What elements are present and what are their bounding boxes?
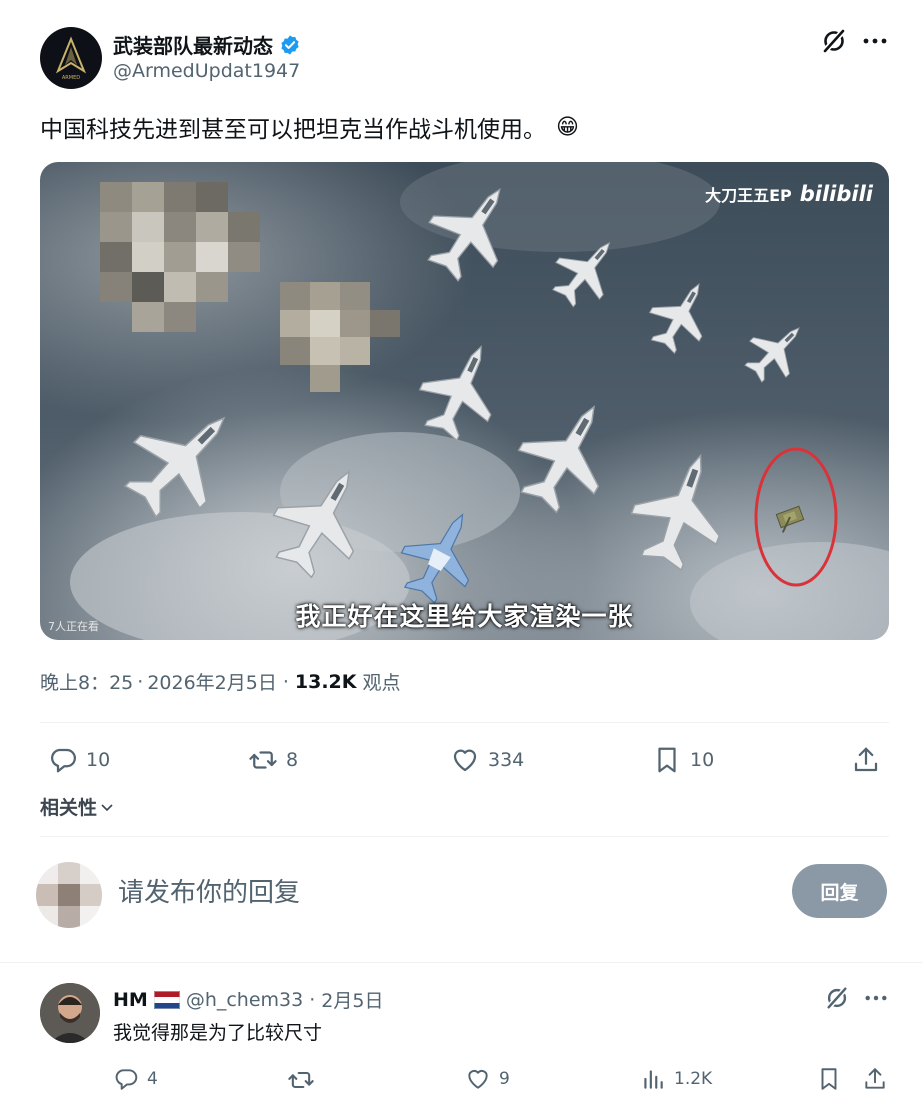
reply-more-icon[interactable]: [864, 994, 888, 1002]
reply-views-count: 1.2K: [674, 1069, 713, 1089]
share-icon[interactable]: [851, 745, 881, 775]
chevron-down-icon: [99, 799, 115, 815]
reply-like-count: 9: [499, 1069, 510, 1089]
reply-like-button[interactable]: 9: [465, 1066, 510, 1092]
verified-badge-icon: [279, 34, 301, 56]
pixelated-region: [100, 182, 260, 332]
bilibili-logo: bilibili: [799, 182, 873, 206]
post-media[interactable]: 大刀王五EP bilibili 我正好在这里给大家渲染一张 7人正在看: [40, 162, 889, 640]
grok-icon[interactable]: [820, 27, 848, 55]
like-button[interactable]: 334: [450, 745, 524, 775]
author-handle[interactable]: @ArmedUpdat1947: [113, 60, 300, 82]
reply-grok-icon[interactable]: [824, 985, 850, 1011]
reply-bookmark-icon[interactable]: [816, 1066, 842, 1092]
bookmark-icon: [652, 745, 682, 775]
svg-text:ARMED: ARMED: [62, 75, 80, 81]
netherlands-flag-icon: [153, 990, 180, 1009]
tank-illustration: [775, 505, 805, 533]
reply-date[interactable]: 2月5日: [321, 986, 383, 1013]
logo-icon: ARMED: [55, 36, 87, 81]
reply-views-button[interactable]: 1.2K: [640, 1066, 712, 1092]
grin-emoji: 😁: [556, 114, 579, 140]
video-caption: 我正好在这里给大家渲染一张: [295, 602, 634, 631]
like-icon: [450, 745, 480, 775]
pixelated-region-2: [280, 282, 400, 392]
post-date[interactable]: 2026年2月5日: [147, 668, 277, 695]
bookmark-count: 10: [690, 749, 715, 771]
reply-reply-count: 4: [147, 1069, 158, 1089]
watermark-text: 大刀王五EP: [705, 186, 792, 205]
author-avatar[interactable]: ARMED: [40, 27, 102, 89]
reply-author-handle[interactable]: @h_chem33: [186, 989, 303, 1011]
reply-repost-icon[interactable]: [287, 1066, 315, 1094]
reply-icon: [113, 1066, 139, 1092]
author-name[interactable]: 武装部队最新动态: [113, 30, 273, 59]
reply-author-name[interactable]: HM: [113, 989, 148, 1011]
reply-submit-button[interactable]: 回复: [792, 864, 887, 918]
like-icon: [465, 1066, 491, 1092]
views-label: 观点: [362, 672, 401, 694]
reply-input[interactable]: 请发布你的回复: [118, 872, 758, 912]
reply-button[interactable]: 10: [48, 745, 110, 775]
relevance-label: 相关性: [40, 797, 98, 819]
views-icon: [640, 1066, 666, 1092]
more-icon[interactable]: [862, 37, 888, 45]
post-text: 中国科技先进到甚至可以把坦克当作战斗机使用。: [40, 117, 546, 143]
reply-reply-button[interactable]: 4: [113, 1066, 158, 1092]
reply-share-icon[interactable]: [862, 1066, 888, 1092]
repost-icon: [248, 745, 278, 775]
like-count: 334: [488, 749, 525, 771]
user-avatar[interactable]: [36, 862, 102, 928]
viewers-count: 7人正在看: [48, 620, 99, 633]
post-time[interactable]: 晚上8：25: [40, 668, 133, 695]
bookmark-button[interactable]: 10: [652, 745, 714, 775]
relevance-sort[interactable]: 相关性: [40, 793, 115, 820]
reply-text: 我觉得那是为了比较尺寸: [113, 1022, 323, 1044]
views-count: 13.2K: [294, 670, 357, 693]
repost-button[interactable]: 8: [248, 745, 298, 775]
repost-count: 8: [286, 749, 299, 771]
reply-input-placeholder: 请发布你的回复: [118, 878, 301, 908]
reply-icon: [48, 745, 78, 775]
reply-count: 10: [86, 749, 111, 771]
reply-author-avatar[interactable]: [40, 983, 100, 1043]
